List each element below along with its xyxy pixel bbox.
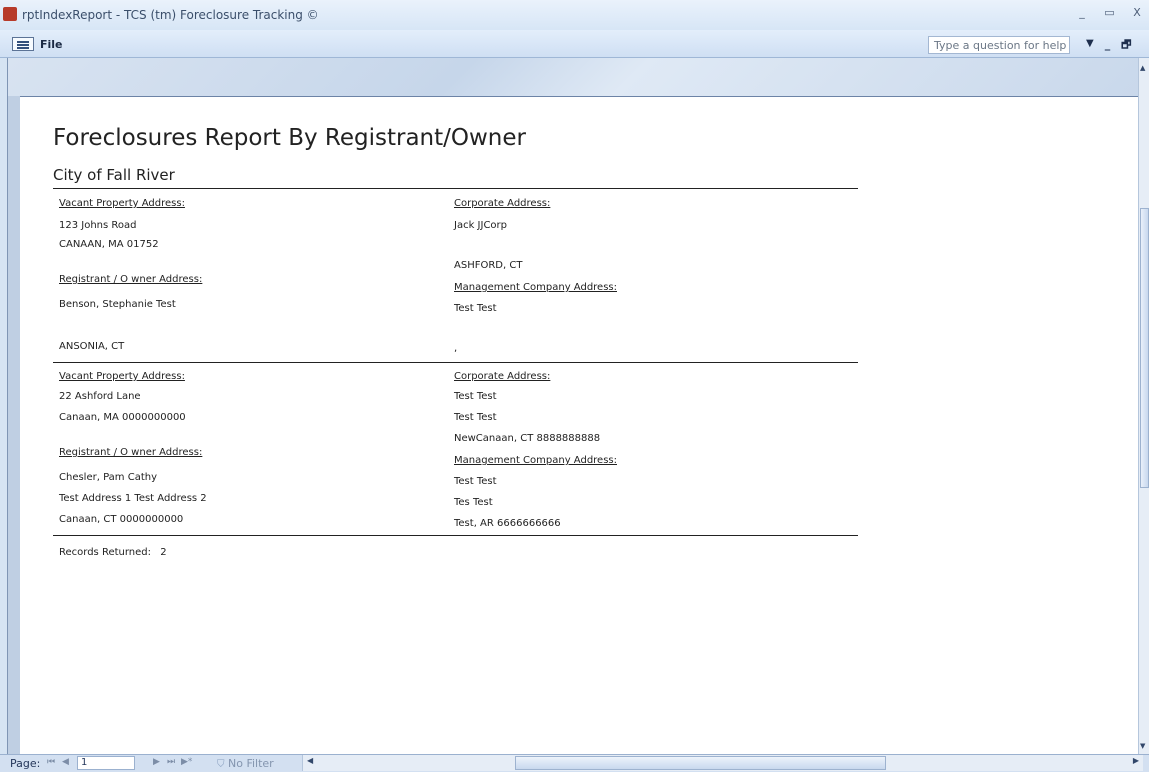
doc-minimize-button[interactable]: _ [1100, 38, 1115, 51]
registrant-address-label: Registrant / O wner Address: [59, 447, 203, 458]
report-preview-area [7, 58, 1139, 754]
next-page-icon[interactable]: ▶ [153, 757, 160, 767]
status-bar: Page: ⏮ ◀ 1 ▶ ⏭ ▶* ⛉ No Filter ◀ ▶ [0, 754, 1149, 772]
record-divider [53, 362, 858, 363]
registrant-address-line: Chesler, Pam Cathy [59, 472, 157, 483]
scroll-right-icon[interactable]: ▶ [1133, 756, 1139, 765]
report-subtitle: City of Fall River [53, 166, 175, 184]
registrant-address-line: ANSONIA, CT [59, 341, 125, 352]
vacant-address-label: Vacant Property Address: [59, 198, 185, 209]
registrant-address-label: Registrant / O wner Address: [59, 274, 203, 285]
corporate-address-line: Test Test [454, 391, 497, 402]
new-record-icon[interactable]: ▶* [181, 757, 192, 767]
management-address-label: Management Company Address: [454, 282, 617, 293]
management-address-line: Test Test [454, 303, 497, 314]
horizontal-scrollbar[interactable]: ◀ ▶ [302, 755, 1143, 771]
access-app-icon[interactable] [3, 7, 17, 21]
corporate-address-line: Jack JJCorp [454, 220, 508, 231]
restore-button[interactable]: ▭ [1098, 6, 1122, 19]
corporate-address-label: Corporate Address: [454, 371, 551, 382]
report-page [20, 96, 1139, 754]
menu-bar: File Type a question for help ▼ _ 🗗 × [0, 30, 1149, 68]
management-address-line: Tes Test [454, 497, 493, 508]
menu-icon[interactable] [12, 37, 34, 51]
corporate-address-line: NewCanaan, CT 8888888888 [454, 433, 601, 444]
report-title: Foreclosures Report By Registrant/Owner [53, 125, 526, 151]
window-title: rptIndexReport - TCS (tm) Foreclosure Tr… [22, 8, 319, 22]
help-dropdown-icon[interactable]: ▼ [1086, 38, 1094, 49]
vertical-scrollbar[interactable]: ▲ ▼ [1138, 58, 1149, 754]
corporate-address-label: Corporate Address: [454, 198, 551, 209]
close-button[interactable]: X [1125, 6, 1149, 19]
registrant-address-line: Test Address 1 Test Address 2 [59, 493, 207, 504]
title-bar: rptIndexReport - TCS (tm) Foreclosure Tr… [0, 0, 1149, 30]
registrant-address-line: Benson, Stephanie Test [59, 299, 176, 310]
records-returned-count: 2 [160, 547, 167, 558]
management-address-line: Test Test [454, 476, 497, 487]
vacant-address-label: Vacant Property Address: [59, 371, 185, 382]
minimize-button[interactable]: _ [1070, 6, 1094, 19]
preview-header-band [8, 58, 1139, 96]
no-filter-button[interactable]: ⛉ No Filter [217, 757, 274, 770]
scroll-down-icon[interactable]: ▼ [1140, 742, 1145, 750]
horizontal-scroll-thumb[interactable] [515, 756, 886, 770]
scroll-up-icon[interactable]: ▲ [1140, 64, 1145, 72]
vacant-address-line: 123 Johns Road [59, 220, 137, 231]
corporate-address-line: Test Test [454, 412, 497, 423]
management-address-line: Test, AR 6666666666 [454, 518, 561, 529]
file-menu[interactable]: File [40, 38, 63, 51]
management-address-line: , [454, 343, 458, 354]
management-address-label: Management Company Address: [454, 455, 617, 466]
help-search-input[interactable]: Type a question for help [928, 36, 1070, 54]
last-page-icon[interactable]: ⏭ [167, 757, 175, 767]
records-returned-label: Records Returned: [59, 547, 151, 558]
vertical-scroll-thumb[interactable] [1140, 208, 1149, 488]
record-divider [53, 535, 858, 536]
filter-icon: ⛉ [217, 759, 225, 770]
header-divider [53, 188, 858, 189]
first-page-icon[interactable]: ⏮ [47, 757, 55, 767]
scroll-left-icon[interactable]: ◀ [307, 756, 313, 765]
no-filter-label: No Filter [228, 757, 274, 770]
page-label: Page: [10, 757, 41, 770]
vacant-address-line: Canaan, MA 0000000000 [59, 412, 186, 423]
page-number-input[interactable]: 1 [77, 756, 135, 770]
registrant-address-line: Canaan, CT 0000000000 [59, 514, 184, 525]
window-controls: _ ▭ X [1070, 6, 1149, 19]
vacant-address-line: CANAAN, MA 01752 [59, 239, 159, 250]
records-returned: Records Returned: 2 [59, 547, 167, 558]
doc-restore-button[interactable]: 🗗 [1119, 36, 1134, 55]
previous-page-icon[interactable]: ◀ [62, 757, 69, 767]
vacant-address-line: 22 Ashford Lane [59, 391, 141, 402]
corporate-address-line: ASHFORD, CT [454, 260, 523, 271]
